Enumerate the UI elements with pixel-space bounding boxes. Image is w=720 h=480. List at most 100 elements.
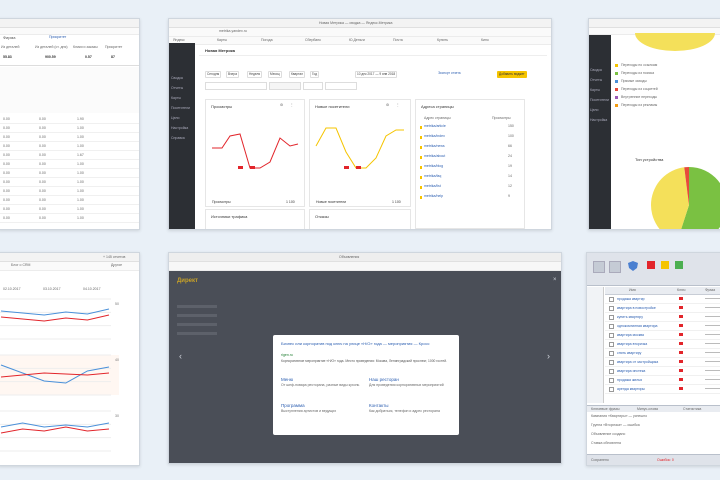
sidebar-item[interactable]: Справка <box>169 133 195 143</box>
row-name[interactable]: продажа жилья <box>617 378 642 382</box>
row-checkbox[interactable] <box>609 315 614 320</box>
table-row[interactable]: 0.00 0.00 1.00 <box>0 178 139 187</box>
url-field[interactable]: metrika.yandex.ru <box>219 29 247 33</box>
row-name[interactable]: квартира москва <box>617 333 644 337</box>
filter-select[interactable] <box>269 82 301 90</box>
legend-item[interactable]: Переходы из поиска <box>615 71 715 79</box>
sidebar-item[interactable]: Карты <box>169 93 195 103</box>
toolbar-button-icon[interactable] <box>593 261 605 273</box>
grid-row[interactable]: продажа квартир <box>605 295 720 304</box>
widget-icons[interactable]: ⚙ ⋮ <box>280 103 297 107</box>
table-row[interactable]: metrika/faq 14 <box>420 174 520 183</box>
row-checkbox[interactable] <box>609 351 614 356</box>
col-header[interactable]: Фраза <box>705 288 715 292</box>
prev-arrow-icon[interactable]: ‹ <box>179 351 182 361</box>
grid-row[interactable]: аренда квартиры <box>605 385 720 394</box>
segment-select[interactable] <box>205 82 267 90</box>
table-row[interactable]: metrika/blog 19 <box>420 164 520 173</box>
sitelink[interactable]: Меню От шеф-повара ресторана, разные виды… <box>281 377 365 401</box>
sitelink-title[interactable]: Меню <box>281 377 365 382</box>
sitelink-title[interactable]: Контакты <box>369 403 453 408</box>
page-link[interactable]: metrika/list <box>424 184 441 188</box>
table-row[interactable]: 0.00 0.00 1.00 <box>0 187 139 196</box>
campaign-tree[interactable] <box>587 287 604 403</box>
legend-item[interactable]: Внутренние переходы <box>615 95 715 103</box>
panel-tab[interactable]: Ключевые фразы <box>591 407 620 411</box>
page-link[interactable]: metrika/help <box>424 194 443 198</box>
page-link[interactable]: metrika/blog <box>424 164 443 168</box>
bookmark-item[interactable]: Купить <box>437 38 448 42</box>
legend-item[interactable]: Переходы из соцсетей <box>615 87 715 95</box>
row-checkbox[interactable] <box>609 360 614 365</box>
sidebar-item[interactable]: Отчеты <box>169 83 195 93</box>
row-checkbox[interactable] <box>609 324 614 329</box>
bookmark-item[interactable]: Почта <box>393 38 403 42</box>
grid-row[interactable]: квартира ипотека <box>605 367 720 376</box>
table-row[interactable]: 0.00 0.00 1.00 <box>0 133 139 142</box>
table-row[interactable]: 0.00 0.00 1.00 <box>0 169 139 178</box>
tab-period[interactable]: Вчера <box>226 71 239 78</box>
sidebar-item[interactable]: Отчеты <box>589 75 611 85</box>
col-header[interactable]: Ключ <box>677 288 685 292</box>
table-row[interactable]: 0.00 0.00 1.00 <box>0 205 139 214</box>
ad-title[interactable]: Бизнес или корпоратив под ключ на улице … <box>281 341 451 346</box>
table-row[interactable]: 0.00 0.00 1.00 <box>0 160 139 169</box>
bookmark-item[interactable]: Яндекс <box>173 38 185 42</box>
tab-period[interactable]: Год <box>310 71 320 78</box>
row-checkbox[interactable] <box>609 387 614 392</box>
bookmark-item[interactable]: Карты <box>217 38 227 42</box>
grid-row[interactable]: квартира москва <box>605 331 720 340</box>
tab-period[interactable]: Месяц <box>268 71 282 78</box>
grid-row[interactable]: квартира вторичка <box>605 340 720 349</box>
sidebar-item[interactable]: Цели <box>589 105 611 115</box>
row-name[interactable]: квартира вторичка <box>617 342 647 346</box>
sidebar-item[interactable]: Настройка <box>169 123 195 133</box>
tab-period[interactable]: Квартал <box>289 71 306 78</box>
page-link[interactable]: metrika/article <box>424 124 446 128</box>
table-row[interactable]: 0.00 0.00 1.90 <box>0 115 139 124</box>
col-header[interactable]: Из деталей <box>1 45 19 49</box>
row-checkbox[interactable] <box>609 306 614 311</box>
row-checkbox[interactable] <box>609 297 614 302</box>
date-range[interactable]: 10 дек 2017 — 9 янв 2018 <box>355 71 398 78</box>
page-link[interactable]: metrika/news <box>424 144 445 148</box>
log-row[interactable]: Объявление создано <box>591 432 625 436</box>
sidebar-item[interactable]: Посетители <box>169 103 195 113</box>
sidebar-item[interactable]: Цели <box>169 113 195 123</box>
table-row[interactable]: 0.00 0.00 1.00 <box>0 196 139 205</box>
shield-icon[interactable] <box>627 259 639 271</box>
sitelink[interactable]: Контакты Как добраться, телефон и адрес р… <box>369 403 453 427</box>
grid-row[interactable]: квартира от застройщика <box>605 358 720 367</box>
sitelink-title[interactable]: Наш ресторан <box>369 377 453 382</box>
row-checkbox[interactable] <box>609 333 614 338</box>
sidebar-item[interactable]: Посетители <box>589 95 611 105</box>
export-button[interactable]: Экспорт отчета <box>437 71 462 76</box>
legend-item[interactable]: Прямые заходы <box>615 79 715 87</box>
table-row[interactable]: metrika/news 66 <box>420 144 520 153</box>
log-row[interactable]: Кампания «Квартиры» — успешно <box>591 414 647 418</box>
grouping-select[interactable] <box>325 82 357 90</box>
table-row[interactable]: 0.00 0.00 1.67 <box>0 151 139 160</box>
grid-row[interactable]: снять квартиру <box>605 349 720 358</box>
row-name[interactable]: квартира в новостройке <box>617 306 656 310</box>
sidebar-item[interactable]: Карты <box>589 85 611 95</box>
table-row[interactable]: metrika/about 24 <box>420 154 520 163</box>
sitelink[interactable]: Наш ресторан Для проведения корпоративных… <box>369 377 453 401</box>
close-icon[interactable]: × <box>553 277 557 283</box>
tab-period[interactable]: Неделя <box>247 71 263 78</box>
bookmark-item[interactable]: Другое <box>111 263 122 267</box>
row-name[interactable]: квартира от застройщика <box>617 360 658 364</box>
row-checkbox[interactable] <box>609 369 614 374</box>
grid-row[interactable]: квартира в новостройке <box>605 304 720 313</box>
row-name[interactable]: купить квартиру <box>617 315 643 319</box>
warning-icon[interactable] <box>661 261 669 269</box>
row-name[interactable]: аренда квартиры <box>617 387 645 391</box>
sidebar-item[interactable]: Настройка <box>589 115 611 125</box>
bookmark-item[interactable]: Ю.Деньги <box>349 38 365 42</box>
detail-select[interactable] <box>303 82 323 90</box>
sidebar-item[interactable]: Сводка <box>169 73 195 83</box>
page-link[interactable]: metrika/faq <box>424 174 441 178</box>
table-row[interactable]: metrika/index 100 <box>420 134 520 143</box>
next-arrow-icon[interactable]: › <box>547 351 550 361</box>
tab-count[interactable]: + 145 отчетов <box>103 255 125 259</box>
